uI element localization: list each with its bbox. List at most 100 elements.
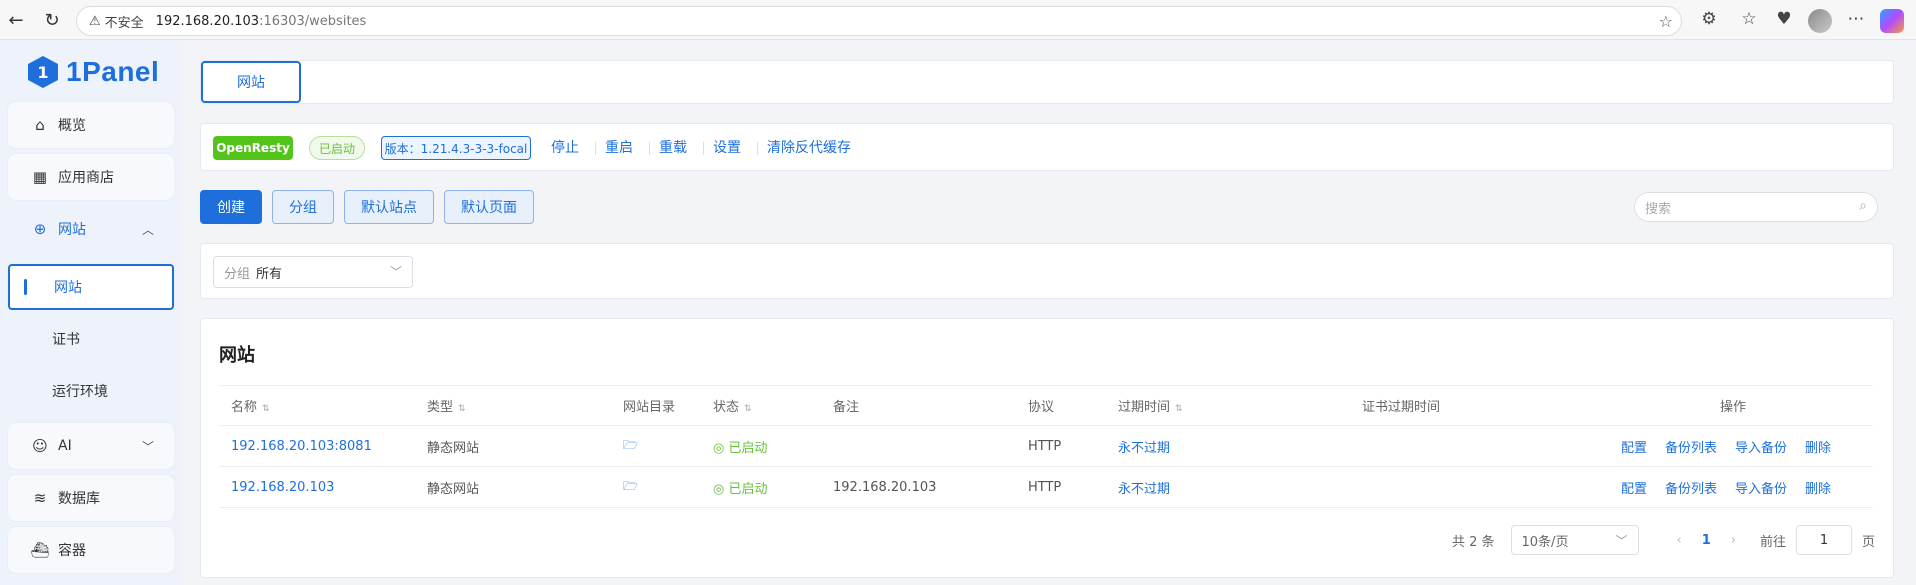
site-status[interactable]: ◎ 已启动 xyxy=(701,425,821,467)
clear-proxy-cache-link[interactable]: 清除反代缓存 xyxy=(767,136,851,160)
tab-label: 网站 xyxy=(237,75,265,91)
logo[interactable]: 1 1Panel xyxy=(28,52,159,92)
openresty-status-bar: OpenResty 已启动 版本：1.21.4.3-3-3-focal 停止 重… xyxy=(200,123,1894,171)
column-header-cert-expire: 证书过期时间 xyxy=(1350,385,1593,426)
config-link[interactable]: 配置 xyxy=(1621,441,1647,456)
sort-icon[interactable]: ⇅ xyxy=(1175,404,1183,414)
delete-link[interactable]: 删除 xyxy=(1805,441,1831,456)
row-actions: 配置 备份列表 导入备份 删除 xyxy=(1593,425,1873,467)
sidebar-item-overview[interactable]: ⌂ 概览 xyxy=(8,102,174,148)
back-arrow-icon[interactable]: ← xyxy=(4,8,28,32)
column-header-expire[interactable]: 过期时间 ⇅ xyxy=(1106,385,1350,426)
import-backup-link[interactable]: 导入备份 xyxy=(1735,441,1787,456)
chevron-down-icon: ﹀ xyxy=(141,439,154,454)
refresh-icon[interactable]: ↻ xyxy=(40,8,64,32)
address-bar[interactable]: ⚠ 不安全 192.168.20.103:16303/websites ☆ xyxy=(76,6,1682,36)
stop-link[interactable]: 停止 xyxy=(551,136,579,160)
column-header-label: 协议 xyxy=(1028,400,1055,415)
copilot-icon[interactable] xyxy=(1880,9,1904,33)
sidebar-item-label: 网站 xyxy=(58,222,86,238)
running-icon: ◎ xyxy=(713,440,729,456)
column-header-label: 证书过期时间 xyxy=(1362,400,1441,415)
site-status[interactable]: ◎ 已启动 xyxy=(701,466,821,508)
site-protocol: HTTP xyxy=(1016,466,1106,508)
favorite-star-icon[interactable]: ☆ xyxy=(1659,12,1673,31)
sidebar-item-websites[interactable]: ⊕ 网站 ︿ xyxy=(8,206,174,252)
column-header-label: 备注 xyxy=(833,400,860,415)
openresty-tag: OpenResty xyxy=(213,136,293,160)
next-page-icon[interactable]: › xyxy=(1731,533,1736,548)
performance-icon[interactable]: ♥ xyxy=(1772,9,1796,29)
site-status-label: 已启动 xyxy=(728,481,768,497)
reload-link[interactable]: 重载 xyxy=(659,136,687,160)
goto-page-input[interactable]: 1 xyxy=(1795,525,1852,555)
chevron-down-icon: ﹀ xyxy=(1615,533,1628,548)
page-unit-label: 页 xyxy=(1861,534,1875,550)
sidebar-subitem-label: 网站 xyxy=(54,280,82,296)
site-name-link[interactable]: 192.168.20.103:8081 xyxy=(219,425,415,467)
site-expire-link[interactable]: 永不过期 xyxy=(1106,466,1350,508)
filter-bar: 分组 所有 ﹀ xyxy=(200,243,1894,299)
column-header-label: 名称 xyxy=(231,400,258,415)
sidebar-subitem-websites[interactable]: 网站 xyxy=(8,264,174,310)
folder-icon[interactable]: 🗁 xyxy=(623,438,638,452)
profile-avatar[interactable] xyxy=(1808,9,1832,33)
site-expire-link[interactable]: 永不过期 xyxy=(1106,425,1350,467)
docker-icon: ⛴ xyxy=(30,541,50,559)
prev-page-icon[interactable]: ‹ xyxy=(1677,533,1682,548)
site-remark[interactable] xyxy=(821,425,1016,467)
settings-link[interactable]: 设置 xyxy=(713,136,741,160)
sidebar-item-containers[interactable]: ⛴ 容器 xyxy=(8,527,174,573)
group-button[interactable]: 分组 xyxy=(272,190,334,224)
column-header-protocol: 协议 xyxy=(1016,385,1106,426)
current-page[interactable]: 1 xyxy=(1702,533,1711,548)
restart-link[interactable]: 重启 xyxy=(605,136,633,160)
backup-list-link[interactable]: 备份列表 xyxy=(1665,441,1717,456)
more-icon[interactable]: ⋯ xyxy=(1844,9,1868,29)
site-remark[interactable]: 192.168.20.103 xyxy=(821,466,1016,508)
group-filter-select[interactable]: 分组 所有 ﹀ xyxy=(213,256,413,288)
site-cert-expire xyxy=(1350,466,1593,508)
page-size-select[interactable]: 10条/页 ﹀ xyxy=(1510,525,1639,555)
delete-link[interactable]: 删除 xyxy=(1805,482,1831,497)
favorites-icon[interactable]: ☆ xyxy=(1737,9,1761,29)
row-actions: 配置 备份列表 导入备份 删除 xyxy=(1593,466,1873,508)
folder-icon[interactable]: 🗁 xyxy=(623,479,638,493)
table-row: 192.168.20.103 静态网站 🗁 ◎ 已启动 192.168.20.1… xyxy=(219,466,1873,508)
websites-table-card: 网站 名称 ⇅ 类型 ⇅ 网站目录 状态 ⇅ 备注 协议 过期时间 ⇅ 证书过期时间 操… xyxy=(200,318,1894,578)
column-header-directory: 网站目录 xyxy=(611,385,701,426)
import-backup-link[interactable]: 导入备份 xyxy=(1735,482,1787,497)
sidebar-subitem-certificates[interactable]: 证书 xyxy=(8,316,174,362)
column-header-label: 网站目录 xyxy=(623,400,676,415)
extensions-icon[interactable]: ⚙ xyxy=(1697,9,1721,29)
sort-icon[interactable]: ⇅ xyxy=(744,404,752,414)
default-site-button[interactable]: 默认站点 xyxy=(344,190,434,224)
tab-websites[interactable]: 网站 xyxy=(201,61,301,103)
sidebar-item-app-store[interactable]: ▦ 应用商店 xyxy=(8,154,174,200)
column-header-type[interactable]: 类型 ⇅ xyxy=(415,385,611,426)
sidebar-subitem-runtime[interactable]: 运行环境 xyxy=(8,368,174,414)
backup-list-link[interactable]: 备份列表 xyxy=(1665,482,1717,497)
security-warning[interactable]: ⚠ 不安全 xyxy=(89,12,144,31)
default-page-button[interactable]: 默认页面 xyxy=(444,190,534,224)
sidebar: 1 1Panel ⌂ 概览 ▦ 应用商店 ⊕ 网站 ︿ 网站 证书 运行环境 ☺… xyxy=(0,40,180,585)
config-link[interactable]: 配置 xyxy=(1621,482,1647,497)
table-header-row: 名称 ⇅ 类型 ⇅ 网站目录 状态 ⇅ 备注 协议 过期时间 ⇅ 证书过期时间 操作 xyxy=(219,385,1873,426)
create-button[interactable]: 创建 xyxy=(200,190,262,224)
column-header-label: 状态 xyxy=(713,400,740,415)
sort-icon[interactable]: ⇅ xyxy=(262,404,270,414)
column-header-name[interactable]: 名称 ⇅ xyxy=(219,385,415,426)
site-name-link[interactable]: 192.168.20.103 xyxy=(219,466,415,508)
column-header-status[interactable]: 状态 ⇅ xyxy=(701,385,821,426)
home-icon: ⌂ xyxy=(35,116,45,134)
search-icon[interactable]: ⌕ xyxy=(1859,198,1867,214)
grid-icon: ▦ xyxy=(32,168,48,186)
site-protocol: HTTP xyxy=(1016,425,1106,467)
sidebar-item-ai[interactable]: ☺ AI ﹀ xyxy=(8,423,174,469)
sort-icon[interactable]: ⇅ xyxy=(458,404,466,414)
divider xyxy=(595,142,596,155)
sidebar-item-database[interactable]: ≋ 数据库 xyxy=(8,475,174,521)
search-input[interactable]: 搜索 ⌕ xyxy=(1634,192,1878,222)
divider xyxy=(757,142,758,155)
group-filter-value: 所有 xyxy=(256,266,283,282)
